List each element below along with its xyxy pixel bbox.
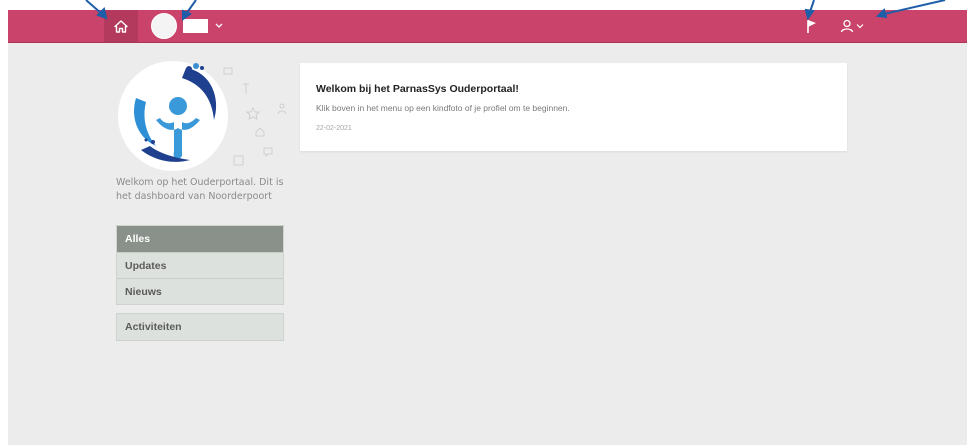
sidebar-item-alles[interactable]: Alles	[117, 226, 283, 252]
sidebar-item-nieuws[interactable]: Nieuws	[117, 278, 283, 304]
chevron-down-icon	[856, 24, 864, 29]
feed-filter-group: Alles Updates Nieuws	[116, 225, 284, 305]
card-body: Klik boven in het menu op een kindfoto o…	[316, 103, 570, 113]
activities-group: Activiteiten	[116, 313, 284, 341]
home-button[interactable]	[104, 10, 138, 42]
chevron-down-icon[interactable]	[214, 18, 224, 34]
card-title: Welkom bij het ParnasSys Ouderportaal!	[316, 83, 519, 95]
top-bar-border	[8, 42, 967, 43]
sidebar-item-activiteiten[interactable]: Activiteiten	[117, 314, 283, 340]
card-date: 22-02-2021	[316, 125, 352, 132]
welcome-text: Welkom op het Ouderportaal. Dit is het d…	[116, 177, 284, 202]
sidebar-item-updates[interactable]: Updates	[117, 252, 283, 278]
user-icon	[840, 19, 854, 33]
welcome-card: Welkom bij het ParnasSys Ouderportaal! K…	[300, 63, 847, 151]
child-avatar[interactable]	[151, 13, 177, 39]
flag-icon[interactable]	[804, 18, 820, 34]
user-menu-button[interactable]	[840, 16, 874, 36]
school-logo	[116, 58, 287, 178]
child-name-redacted[interactable]	[183, 19, 208, 33]
sidebar-menu: Alles Updates Nieuws Activiteiten	[116, 225, 284, 341]
home-icon	[114, 19, 128, 33]
